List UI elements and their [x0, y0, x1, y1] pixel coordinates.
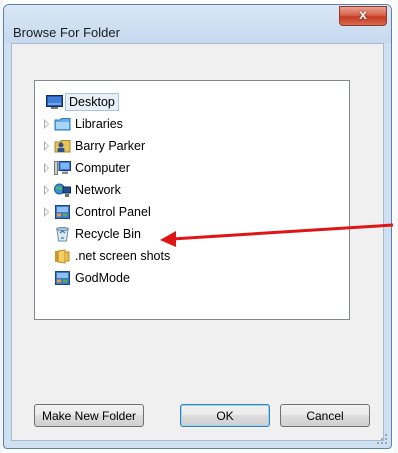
user-folder-icon: [54, 140, 71, 153]
tree-item-label: Desktop: [65, 93, 119, 111]
recycle-bin-icon: [56, 227, 69, 242]
tree-item-label: Recycle Bin: [75, 227, 141, 241]
ok-button[interactable]: OK: [180, 404, 270, 427]
tree-item-label: .net screen shots: [75, 249, 171, 263]
tree-item-label: GodMode: [75, 271, 130, 285]
tree-item-label: Control Panel: [75, 205, 151, 219]
tree-item-label: Computer: [75, 161, 130, 175]
resize-grip-icon[interactable]: [377, 434, 388, 445]
tree-item-net-screen-shots[interactable]: .net screen shots: [42, 246, 202, 268]
browse-for-folder-dialog: Browse For Folder x Desktop Libraries Ba…: [3, 4, 392, 449]
expand-arrow-icon[interactable]: [44, 163, 49, 173]
expand-arrow-icon[interactable]: [44, 119, 49, 129]
libraries-icon: [54, 118, 71, 131]
computer-icon: [54, 161, 71, 175]
title-bar[interactable]: Browse For Folder x: [4, 5, 391, 43]
close-icon: x: [359, 6, 367, 22]
tree-item-computer[interactable]: Computer: [42, 158, 162, 180]
tree-item-godmode[interactable]: GodMode: [42, 268, 172, 290]
window-title: Browse For Folder: [13, 25, 120, 40]
folder-icon: [55, 249, 70, 264]
tree-item-label: Barry Parker: [75, 139, 146, 153]
cancel-button[interactable]: Cancel: [280, 404, 370, 427]
tree-item-recycle-bin[interactable]: Recycle Bin: [42, 224, 172, 246]
tree-item-control-panel[interactable]: Control Panel: [42, 202, 182, 224]
close-button[interactable]: x: [339, 6, 387, 26]
tree-item-label: Libraries: [75, 117, 123, 131]
tree-item-libraries[interactable]: Libraries: [42, 114, 162, 136]
expand-arrow-icon[interactable]: [44, 141, 49, 151]
background-right-edge: [393, 0, 398, 453]
tree-item-desktop[interactable]: Desktop: [44, 92, 134, 114]
network-icon: [54, 183, 71, 197]
control-panel-icon: [55, 271, 70, 285]
control-panel-icon: [55, 205, 70, 219]
desktop-icon: [46, 95, 63, 109]
expand-arrow-icon[interactable]: [44, 185, 49, 195]
folder-tree[interactable]: Desktop Libraries Barry Parker Computer …: [34, 80, 350, 320]
expand-arrow-icon[interactable]: [44, 207, 49, 217]
tree-item-network[interactable]: Network: [42, 180, 162, 202]
tree-item-barry-parker[interactable]: Barry Parker: [42, 136, 182, 158]
tree-item-label: Network: [75, 183, 121, 197]
make-new-folder-button[interactable]: Make New Folder: [34, 404, 144, 427]
